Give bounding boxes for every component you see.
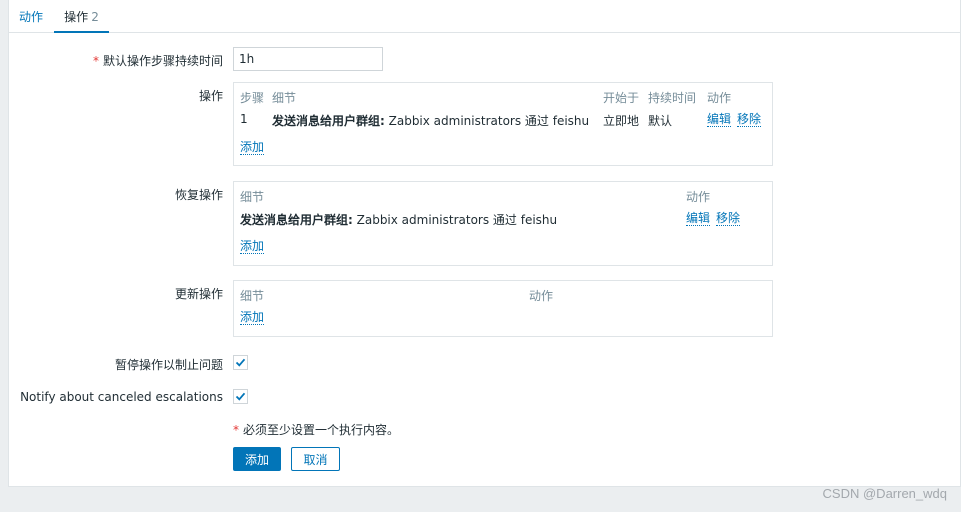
update-label: 更新操作 [174, 287, 223, 301]
tab-bar: 动作 操作 2 [9, 0, 961, 33]
required-asterisk: * [233, 423, 239, 437]
required-asterisk: * [92, 54, 99, 68]
add-button[interactable]: 添加 [233, 447, 281, 471]
operation-remove-link[interactable]: 移除 [737, 112, 762, 127]
col-header-steps: 步骤 [240, 91, 265, 105]
operation-duration: 默认 [648, 114, 673, 128]
notify-canceled-checkbox[interactable] [233, 389, 248, 404]
default-duration-input[interactable] [233, 47, 383, 71]
recovery-details: 发送消息给用户群组: Zabbix administrators 通过 feis… [240, 211, 557, 228]
checkmark-icon [235, 392, 246, 401]
tab-operations-label: 操作 [64, 10, 89, 24]
recovery-edit-link[interactable]: 编辑 [686, 211, 711, 226]
recovery-remove-link[interactable]: 移除 [716, 211, 741, 226]
update-add-link[interactable]: 添加 [240, 310, 265, 325]
tab-actions[interactable]: 动作 [19, 0, 43, 33]
operation-step: 1 [240, 112, 248, 126]
required-note: * 必须至少设置一个执行内容。 [233, 421, 399, 438]
col-header-details: 细节 [272, 91, 297, 105]
pause-problems-label: 暂停操作以制止问题 [114, 358, 223, 372]
default-duration-label: * 默认操作步骤持续时间 [93, 52, 223, 69]
recovery-col-header-action: 动作 [686, 190, 711, 204]
pause-problems-checkbox[interactable] [233, 355, 248, 370]
update-col-header-action: 动作 [529, 289, 554, 303]
default-duration-label-text: 默认操作步骤持续时间 [102, 54, 223, 68]
tab-operations[interactable]: 操作 2 [54, 0, 109, 33]
recovery-details-text: Zabbix administrators 通过 feishu [352, 213, 558, 227]
update-col-header-details: 细节 [240, 289, 265, 303]
cancel-button[interactable]: 取消 [291, 447, 340, 471]
form-panel: 动作 操作2 *默认操作步骤持续时间 操作 步骤 细节 开始于 持续时间 动作 … [8, 0, 961, 487]
recovery-col-header-details: 细节 [240, 190, 265, 204]
col-header-start-in: 开始于 [603, 91, 640, 105]
watermark: CSDN @Darren_wdq [822, 486, 947, 501]
operations-table: 步骤 细节 开始于 持续时间 动作 1 发送消息给用户群组: Zabbix ad… [233, 82, 773, 166]
checkmark-icon [235, 358, 246, 367]
update-table: 细节 动作 添加 [233, 280, 773, 337]
recovery-label: 恢复操作 [174, 188, 223, 202]
recovery-details-bold: 发送消息给用户群组: [240, 213, 353, 227]
notify-canceled-label: Notify about canceled escalations [20, 390, 223, 404]
operation-details-text: Zabbix administrators 通过 feishu [384, 114, 590, 128]
tab-operations-count: 2 [91, 10, 99, 24]
recovery-table: 细节 动作 发送消息给用户群组: Zabbix administrators 通… [233, 181, 773, 266]
recovery-add-link[interactable]: 添加 [240, 239, 265, 254]
operation-edit-link[interactable]: 编辑 [707, 112, 732, 127]
operation-start-in: 立即地 [603, 114, 640, 128]
col-header-duration: 持续时间 [648, 91, 697, 105]
required-note-text: 必须至少设置一个执行内容。 [243, 423, 400, 437]
operation-add-link[interactable]: 添加 [240, 140, 265, 155]
col-header-action: 动作 [707, 91, 732, 105]
operation-details: 发送消息给用户群组: Zabbix administrators 通过 feis… [272, 112, 589, 129]
operations-label: 操作 [198, 89, 223, 103]
operation-details-bold: 发送消息给用户群组: [272, 114, 385, 128]
